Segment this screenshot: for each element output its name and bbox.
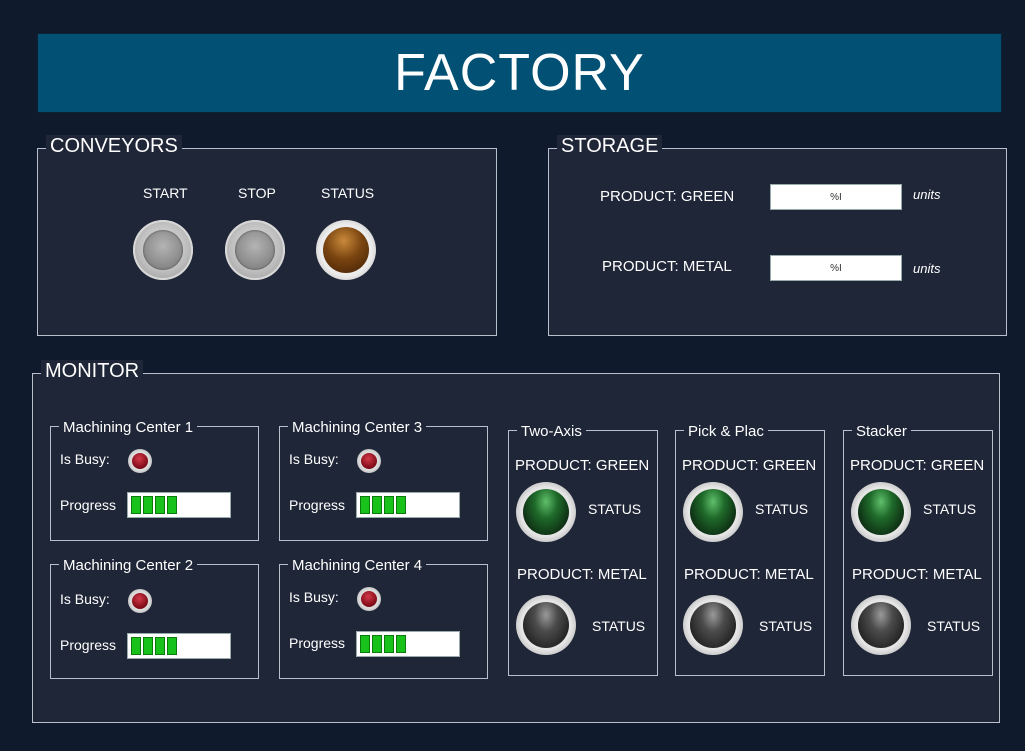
station-two-axis: Two-Axis PRODUCT: GREEN STATUS PRODUCT: … — [508, 421, 658, 676]
busy-indicator — [128, 589, 152, 613]
progress-label: Progress — [60, 497, 117, 513]
page-title: FACTORY — [37, 33, 1002, 113]
product-metal-status-lamp — [851, 595, 911, 655]
machining-center-name: Machining Center 1 — [59, 417, 198, 439]
machining-center-2: Machining Center 2 Is Busy: Progress — [50, 555, 259, 679]
is-busy-label: Is Busy: — [289, 451, 339, 467]
product-green-status-lamp — [683, 482, 743, 542]
storage-metal-field[interactable]: %I — [770, 255, 902, 281]
product-metal-label: PRODUCT: METAL — [852, 566, 982, 583]
product-metal-status-lamp — [516, 595, 576, 655]
busy-indicator — [128, 449, 152, 473]
stop-button[interactable] — [225, 220, 285, 280]
storage-metal-label: PRODUCT: METAL — [602, 258, 732, 275]
progress-label: Progress — [289, 497, 346, 513]
progress-segment — [143, 496, 153, 514]
station-name: Stacker — [852, 421, 911, 443]
progress-segment — [131, 496, 141, 514]
progress-segment — [384, 635, 394, 653]
progress-bar — [356, 631, 460, 657]
progress-segment — [167, 637, 177, 655]
progress-segment — [155, 496, 165, 514]
product-green-status-lamp — [851, 482, 911, 542]
status-label: STATUS — [927, 618, 981, 634]
progress-segment — [360, 635, 370, 653]
storage-group-label: STORAGE — [557, 135, 663, 157]
machining-center-1: Machining Center 1 Is Busy: Progress — [50, 417, 259, 541]
station-stacker: Stacker PRODUCT: GREEN STATUS PRODUCT: M… — [843, 421, 993, 676]
machining-center-3: Machining Center 3 Is Busy: Progress — [279, 417, 488, 541]
busy-indicator — [357, 449, 381, 473]
monitor-group: MONITOR Machining Center 1 Is Busy: Prog… — [32, 360, 1000, 723]
station-name: Pick & Plac — [684, 421, 768, 443]
storage-metal-units: units — [913, 261, 941, 276]
progress-segment — [360, 496, 370, 514]
status-label: STATUS — [923, 501, 977, 517]
progress-segment — [372, 635, 382, 653]
machining-center-name: Machining Center 2 — [59, 555, 198, 577]
product-green-status-lamp — [516, 482, 576, 542]
status-label: STATUS — [321, 185, 375, 201]
product-green-label: PRODUCT: GREEN — [850, 457, 985, 474]
storage-green-field[interactable]: %I — [770, 184, 902, 210]
progress-segment — [143, 637, 153, 655]
monitor-group-label: MONITOR — [41, 360, 144, 382]
progress-label: Progress — [60, 637, 117, 653]
progress-bar — [127, 492, 231, 518]
status-label: STATUS — [592, 618, 646, 634]
station-pick-and-place: Pick & Plac PRODUCT: GREEN STATUS PRODUC… — [675, 421, 825, 676]
status-label: STATUS — [755, 501, 809, 517]
progress-segment — [372, 496, 382, 514]
status-label: STATUS — [759, 618, 813, 634]
progress-bar — [356, 492, 460, 518]
start-label: START — [143, 185, 188, 201]
product-metal-status-lamp — [683, 595, 743, 655]
is-busy-label: Is Busy: — [60, 451, 110, 467]
start-button[interactable] — [133, 220, 193, 280]
is-busy-label: Is Busy: — [60, 591, 110, 607]
storage-green-label: PRODUCT: GREEN — [600, 188, 735, 205]
conveyor-status-lamp — [316, 220, 376, 280]
progress-segment — [131, 637, 141, 655]
progress-segment — [155, 637, 165, 655]
progress-label: Progress — [289, 635, 346, 651]
product-green-label: PRODUCT: GREEN — [682, 457, 817, 474]
storage-group: STORAGE PRODUCT: GREEN %I units PRODUCT:… — [548, 135, 1007, 336]
progress-segment — [384, 496, 394, 514]
storage-green-units: units — [913, 187, 941, 202]
progress-segment — [167, 496, 177, 514]
stop-label: STOP — [238, 185, 276, 201]
progress-bar — [127, 633, 231, 659]
conveyors-group-label: CONVEYORS — [46, 135, 182, 157]
progress-segment — [396, 496, 406, 514]
status-label: STATUS — [588, 501, 642, 517]
product-green-label: PRODUCT: GREEN — [515, 457, 650, 474]
progress-segment — [396, 635, 406, 653]
busy-indicator — [357, 587, 381, 611]
product-metal-label: PRODUCT: METAL — [517, 566, 647, 583]
machining-center-name: Machining Center 4 — [288, 555, 427, 577]
machining-center-name: Machining Center 3 — [288, 417, 427, 439]
is-busy-label: Is Busy: — [289, 589, 339, 605]
machining-center-4: Machining Center 4 Is Busy: Progress — [279, 555, 488, 679]
station-name: Two-Axis — [517, 421, 586, 443]
product-metal-label: PRODUCT: METAL — [684, 566, 814, 583]
conveyors-group: CONVEYORS START STOP STATUS — [37, 135, 497, 336]
